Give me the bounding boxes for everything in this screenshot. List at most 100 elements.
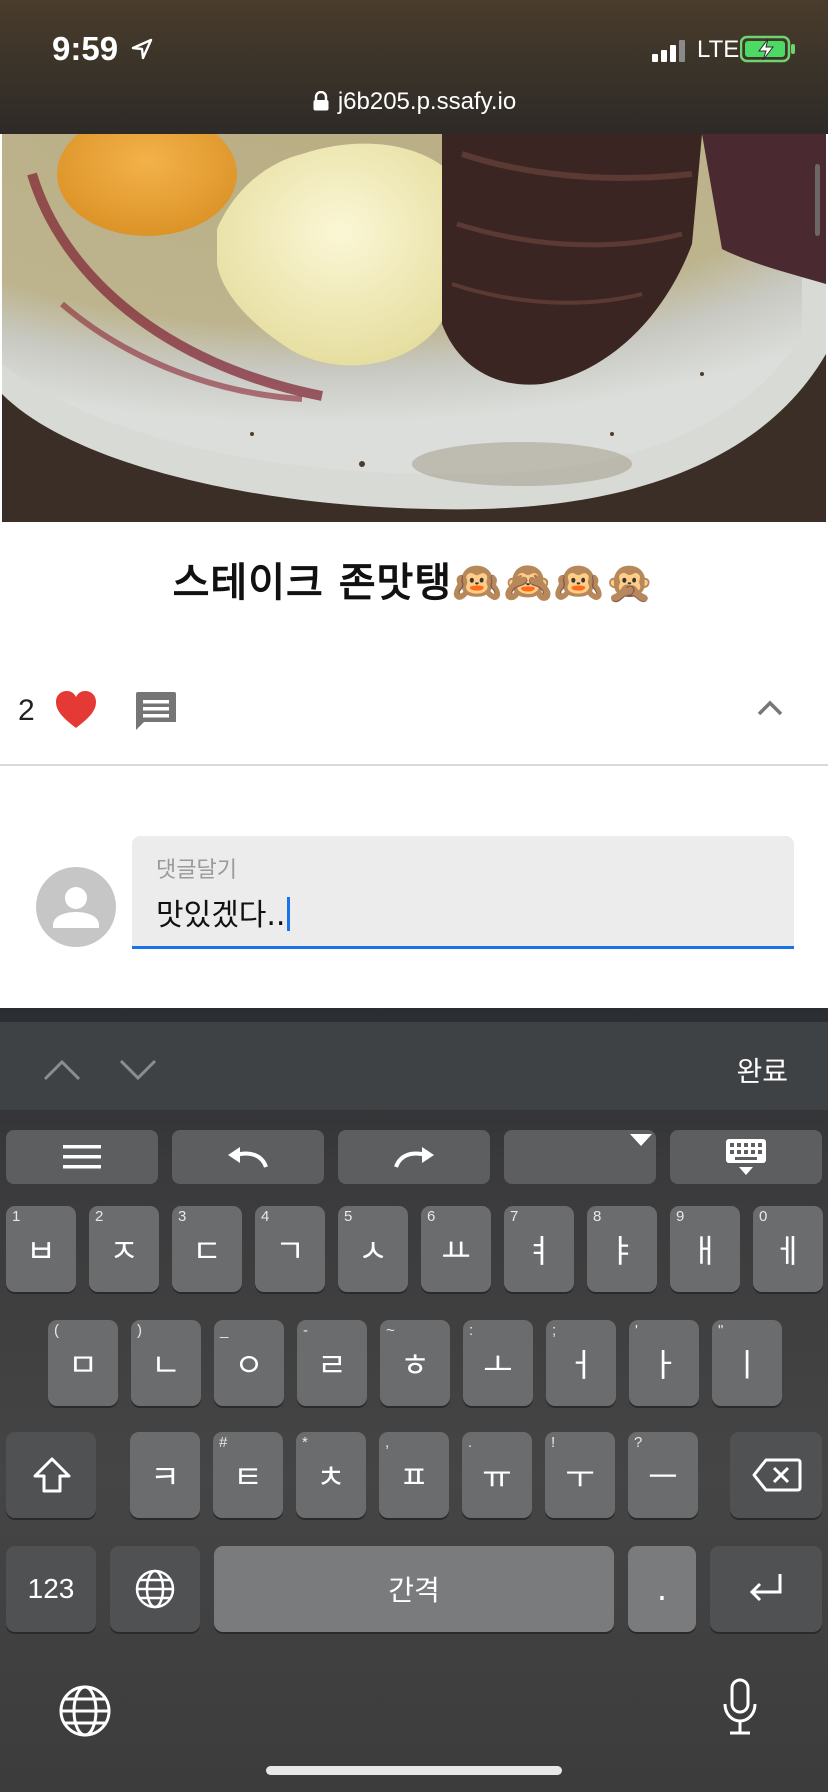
- key-ㅔ[interactable]: 0ㅔ: [753, 1206, 823, 1292]
- home-indicator[interactable]: [266, 1766, 562, 1775]
- key-glyph: ㅎ: [400, 1346, 430, 1384]
- language-key[interactable]: [110, 1546, 200, 1632]
- post-caption: 스테이크 존맛탱🙉🙈🙉🙊: [172, 560, 656, 606]
- globe-icon: [135, 1569, 175, 1609]
- network-type: LTE: [697, 36, 740, 63]
- key-glyph: ㅍ: [399, 1458, 429, 1496]
- key-ㅠ[interactable]: .ㅠ: [462, 1432, 532, 1518]
- key-ㅅ[interactable]: 5ㅅ: [338, 1206, 408, 1292]
- key-ㅁ[interactable]: (ㅁ: [48, 1320, 118, 1406]
- shift-key[interactable]: [6, 1432, 96, 1518]
- url-text: j6b205.p.ssafy.io: [337, 88, 517, 115]
- previous-field-icon[interactable]: [42, 1058, 82, 1082]
- key-glyph: ㅗ: [483, 1346, 513, 1384]
- backspace-icon: [752, 1458, 802, 1492]
- key-glyph: ㅐ: [690, 1232, 720, 1270]
- like-count: 2: [18, 694, 35, 727]
- key-hint: 2: [95, 1208, 104, 1225]
- key-ㅗ[interactable]: :ㅗ: [463, 1320, 533, 1406]
- done-button[interactable]: 완료: [736, 1050, 788, 1090]
- menu-button[interactable]: [6, 1130, 158, 1184]
- key-ㅈ[interactable]: 2ㅈ: [89, 1206, 159, 1292]
- key-ㅍ[interactable]: ,ㅍ: [379, 1432, 449, 1518]
- redo-button[interactable]: [338, 1130, 490, 1184]
- key-ㄴ[interactable]: ) ㄴ: [131, 1320, 201, 1406]
- key-glyph: ㅜ: [565, 1458, 595, 1496]
- key-ㄹ[interactable]: -ㄹ: [297, 1320, 367, 1406]
- key-hint: 5: [344, 1208, 353, 1225]
- key-ㅣ[interactable]: " ㅣ: [712, 1320, 782, 1406]
- key-hint: *: [302, 1434, 308, 1451]
- key-glyph: ㅅ: [358, 1232, 388, 1270]
- key-glyph: ㅓ: [566, 1346, 596, 1384]
- key-ㅎ[interactable]: ~ ㅎ: [380, 1320, 450, 1406]
- key-hint: 8: [593, 1208, 602, 1225]
- microphone-icon[interactable]: [722, 1678, 758, 1736]
- key-ㅓ[interactable]: ; ㅓ: [546, 1320, 616, 1406]
- key-hint: ": [718, 1322, 724, 1339]
- key-ㅕ[interactable]: 7ㅕ: [504, 1206, 574, 1292]
- clipboard-dropdown[interactable]: [504, 1130, 656, 1184]
- comment-input-value[interactable]: 맛있겠다..: [156, 890, 291, 934]
- key-ㄱ[interactable]: 4ㄱ: [255, 1206, 325, 1292]
- key-glyph: ㅕ: [524, 1232, 554, 1270]
- key-glyph: ㄴ: [151, 1346, 181, 1384]
- clock: 9:59: [52, 30, 119, 67]
- return-key[interactable]: [710, 1546, 822, 1632]
- chevron-up-icon[interactable]: [756, 698, 784, 718]
- post-photo[interactable]: [2, 134, 826, 522]
- next-field-icon[interactable]: [118, 1058, 158, 1082]
- key-hint: ;: [552, 1322, 557, 1339]
- key-hint: :: [469, 1322, 474, 1339]
- key-ㅊ[interactable]: * ㅊ: [296, 1432, 366, 1518]
- key-ㅋ[interactable]: ㅋ: [130, 1432, 200, 1518]
- key-glyph: ㅡ: [648, 1458, 678, 1496]
- keyboard: 완료 1 ㅂ 2 ㅈ 3 ㄷ 4 ㄱ 5 ㅅ 6 ㅛ 7 ㅕ 8 ㅑ 9 ㅐ 0…: [0, 1008, 828, 1792]
- numbers-key[interactable]: 123: [6, 1546, 96, 1632]
- key-hint: 1: [12, 1208, 21, 1225]
- key-ㅛ[interactable]: 6ㅛ: [421, 1206, 491, 1292]
- comment-section: 댓글달기 맛있겠다..: [2, 782, 826, 1004]
- undo-icon: [228, 1147, 268, 1168]
- hide-keyboard-button[interactable]: [670, 1130, 822, 1184]
- avatar: [36, 867, 116, 947]
- key-hint: 6: [427, 1208, 436, 1225]
- key-hint: (: [54, 1322, 59, 1339]
- key-hint: 3: [178, 1208, 187, 1225]
- key-glyph: ㅇ: [234, 1346, 264, 1384]
- comment-icon[interactable]: [134, 690, 178, 734]
- key-glyph: ㅂ: [26, 1232, 56, 1270]
- key-glyph: ㄷ: [192, 1232, 222, 1270]
- backspace-key[interactable]: [730, 1432, 822, 1518]
- key-hint: !: [551, 1434, 556, 1451]
- redo-icon: [394, 1147, 434, 1168]
- period-key[interactable]: .: [628, 1546, 696, 1632]
- key-ㅑ[interactable]: 8ㅑ: [587, 1206, 657, 1292]
- key-ㅏ[interactable]: ' ㅏ: [629, 1320, 699, 1406]
- location-arrow-icon: [131, 38, 153, 60]
- key-ㅂ[interactable]: 1ㅂ: [6, 1206, 76, 1292]
- comment-input[interactable]: 댓글달기 맛있겠다..: [132, 836, 794, 949]
- key-ㅜ[interactable]: ! ㅜ: [545, 1432, 615, 1518]
- lock-icon: [313, 91, 329, 111]
- key-glyph: ㅑ: [607, 1232, 637, 1270]
- keyboard-switch-globe-icon[interactable]: [58, 1684, 112, 1738]
- undo-button[interactable]: [172, 1130, 324, 1184]
- heart-icon[interactable]: [55, 690, 97, 730]
- key-ㅡ[interactable]: ? ㅡ: [628, 1432, 698, 1518]
- key-ㄷ[interactable]: 3ㄷ: [172, 1206, 242, 1292]
- key-glyph: ㄱ: [275, 1232, 305, 1270]
- space-key[interactable]: 간격: [214, 1546, 614, 1632]
- battery-charging-icon: [740, 35, 795, 63]
- key-ㅌ[interactable]: # ㅌ: [213, 1432, 283, 1518]
- scrollbar-thumb[interactable]: [815, 164, 820, 236]
- person-icon: [53, 887, 99, 928]
- key-glyph: ㅣ: [732, 1346, 762, 1384]
- address-bar[interactable]: j6b205.p.ssafy.io: [0, 88, 828, 116]
- key-hint: ~: [386, 1322, 395, 1339]
- post-card: 스테이크 존맛탱🙉🙈🙉🙊 2 댓글달기 맛있겠다..: [0, 134, 828, 1008]
- key-glyph: ㅠ: [482, 1458, 512, 1496]
- key-glyph: ㅌ: [233, 1458, 263, 1496]
- key-ㅐ[interactable]: 9ㅐ: [670, 1206, 740, 1292]
- key-ㅇ[interactable]: _ ㅇ: [214, 1320, 284, 1406]
